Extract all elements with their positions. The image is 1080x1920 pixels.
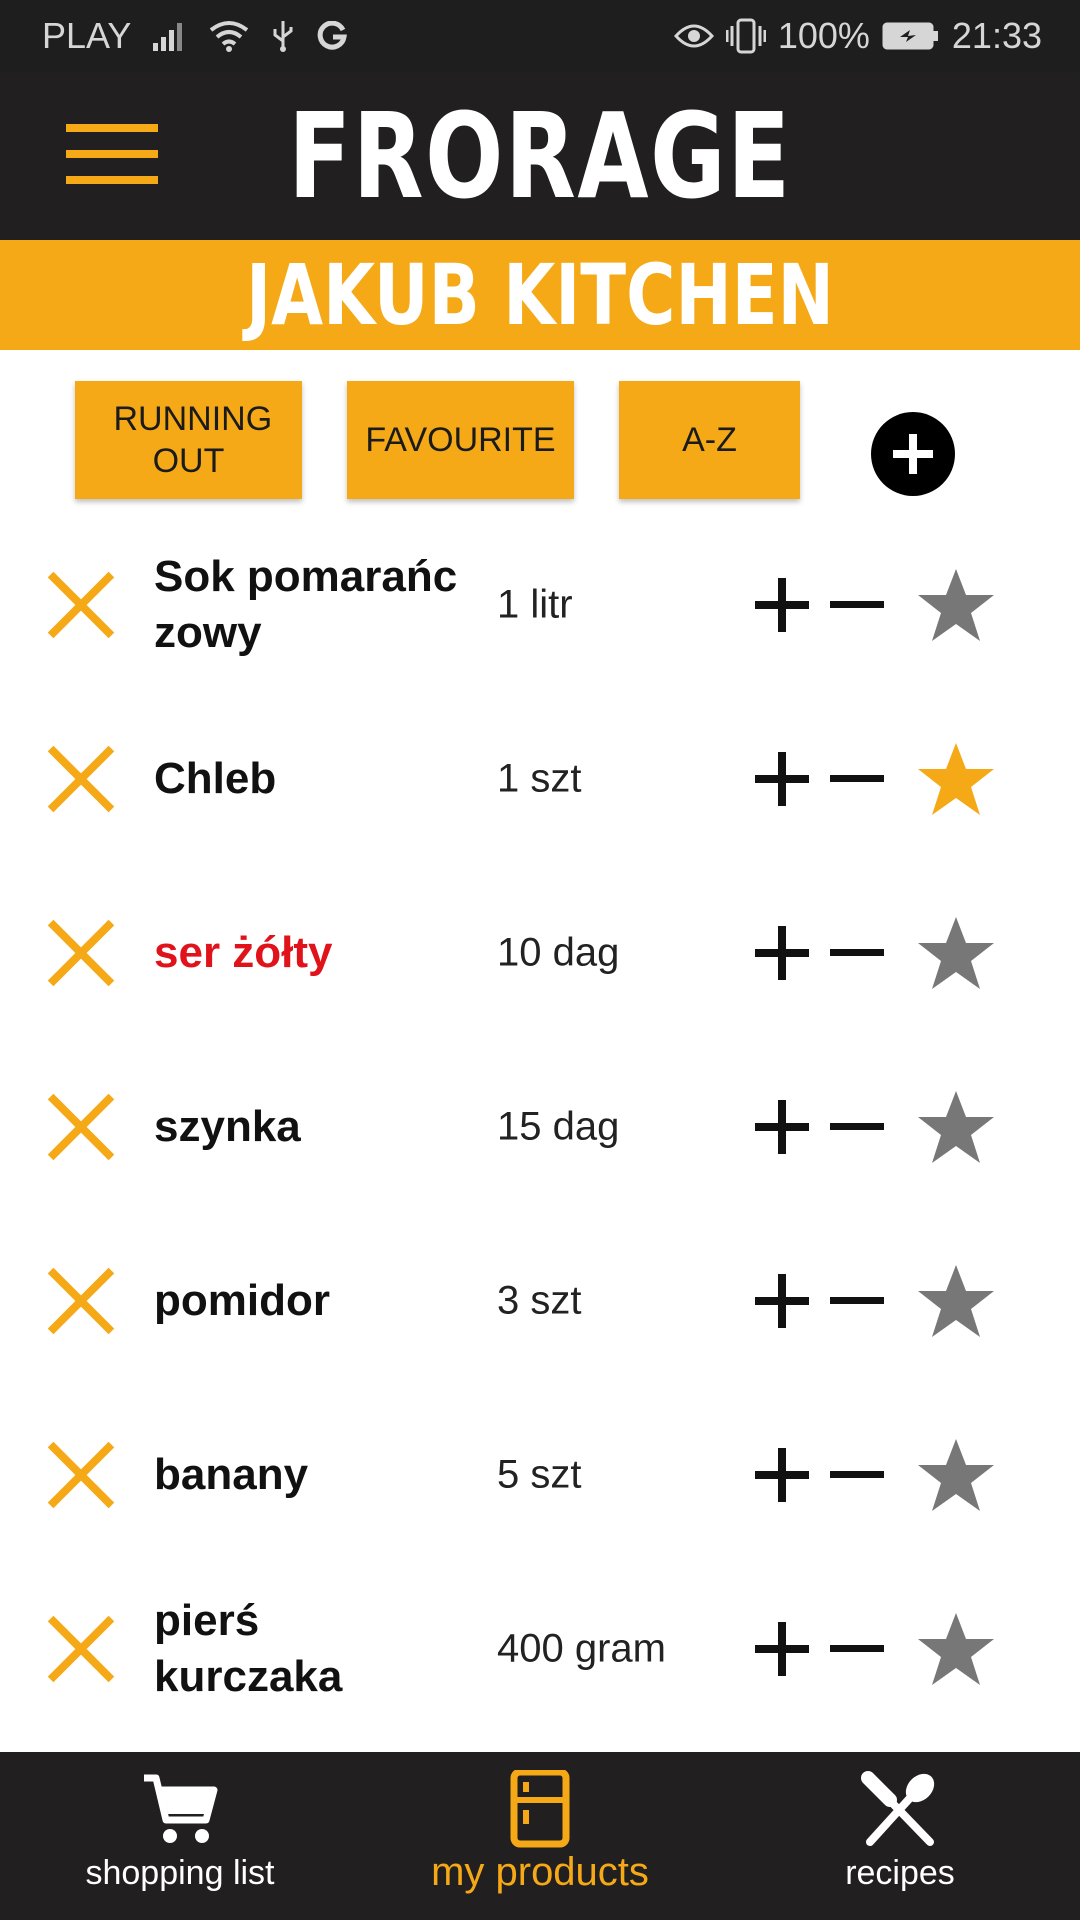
increase-icon[interactable]: [755, 1448, 809, 1502]
signal-icon: [153, 21, 187, 51]
delete-icon[interactable]: [44, 916, 118, 990]
product-quantity: 1 litr: [497, 582, 573, 627]
increase-icon[interactable]: [755, 752, 809, 806]
increase-icon[interactable]: [755, 1622, 809, 1676]
bottom-navigation: shopping list my products recipes: [0, 1752, 1080, 1920]
product-quantity: 3 szt: [497, 1278, 582, 1323]
list-item: Chleb 1 szt: [0, 692, 1080, 866]
product-name: pomidor: [154, 1276, 330, 1325]
product-quantity: 5 szt: [497, 1452, 582, 1497]
star-icon[interactable]: [916, 1087, 996, 1167]
product-name: Sok pomarańc zowy: [154, 552, 458, 657]
vibrate-icon: [725, 18, 766, 54]
increase-icon[interactable]: [755, 926, 809, 980]
product-quantity: 400 gram: [497, 1626, 666, 1671]
clock: 21:33: [951, 15, 1042, 56]
delete-icon[interactable]: [44, 568, 118, 642]
status-bar: PLAY 100% 21:33: [0, 0, 1080, 72]
list-item: banany 5 szt: [0, 1388, 1080, 1562]
decrease-icon[interactable]: [830, 926, 884, 980]
star-icon[interactable]: [916, 1261, 996, 1341]
wifi-icon: [209, 20, 249, 52]
nav-my-products[interactable]: my products: [360, 1752, 720, 1920]
decrease-icon[interactable]: [830, 1622, 884, 1676]
increase-icon[interactable]: [755, 578, 809, 632]
decrease-icon[interactable]: [830, 1274, 884, 1328]
decrease-icon[interactable]: [830, 1448, 884, 1502]
product-quantity: 10 dag: [497, 930, 620, 975]
product-name: szynka: [154, 1102, 301, 1151]
favourite-label: FAVOURITE: [365, 421, 556, 459]
increase-icon[interactable]: [755, 1274, 809, 1328]
list-item: pomidor 3 szt: [0, 1214, 1080, 1388]
kitchen-title: JAKUB KITCHEN: [246, 246, 834, 344]
product-name: pierś kurczaka: [154, 1596, 343, 1701]
nav-shopping-list-label: shopping list: [85, 1854, 275, 1892]
decrease-icon[interactable]: [830, 1100, 884, 1154]
battery-percent: 100%: [777, 15, 870, 56]
nav-recipes[interactable]: recipes: [720, 1752, 1080, 1920]
star-icon[interactable]: [916, 565, 996, 645]
decrease-icon[interactable]: [830, 578, 884, 632]
nav-shopping-list[interactable]: shopping list: [0, 1752, 360, 1920]
kitchen-banner: JAKUB KITCHEN: [0, 240, 1080, 350]
utensils-icon: [860, 1770, 940, 1850]
product-name: Chleb: [154, 754, 277, 803]
star-icon[interactable]: [916, 913, 996, 993]
sort-az-label: A-Z: [682, 421, 737, 459]
decrease-icon[interactable]: [830, 752, 884, 806]
delete-icon[interactable]: [44, 1090, 118, 1164]
product-name: ser żółty: [154, 928, 333, 977]
star-icon[interactable]: [916, 1609, 996, 1689]
favourite-button[interactable]: FAVOURITE: [347, 381, 574, 499]
running-out-label: RUNNING OUT: [113, 400, 273, 480]
star-icon[interactable]: [916, 739, 996, 819]
nav-my-products-label: my products: [431, 1850, 649, 1894]
eye-icon: [673, 22, 714, 50]
sort-az-button[interactable]: A-Z: [619, 381, 800, 499]
add-product-button[interactable]: [871, 412, 955, 496]
app-title: FRORAGE: [288, 87, 792, 225]
increase-icon[interactable]: [755, 1100, 809, 1154]
app-bar: FRORAGE: [0, 72, 1080, 240]
fridge-icon: [500, 1768, 580, 1850]
delete-icon[interactable]: [44, 1612, 118, 1686]
cart-icon: [140, 1770, 220, 1850]
product-name: banany: [154, 1450, 309, 1499]
delete-icon[interactable]: [44, 742, 118, 816]
list-item: ser żółty 10 dag: [0, 866, 1080, 1040]
usb-icon: [271, 19, 295, 53]
battery-icon: [882, 21, 940, 51]
list-item: szynka 15 dag: [0, 1040, 1080, 1214]
list-item: Sok pomarańc zowy 1 litr: [0, 518, 1080, 692]
delete-icon[interactable]: [44, 1264, 118, 1338]
delete-icon[interactable]: [44, 1438, 118, 1512]
nav-recipes-label: recipes: [845, 1854, 955, 1892]
carrier-label: PLAY: [42, 15, 132, 56]
product-quantity: 15 dag: [497, 1104, 620, 1149]
running-out-button[interactable]: RUNNING OUT: [75, 381, 302, 499]
list-item: pierś kurczaka 400 gram: [0, 1562, 1080, 1736]
google-icon: [317, 21, 348, 51]
product-quantity: 1 szt: [497, 756, 582, 801]
star-icon[interactable]: [916, 1435, 996, 1515]
